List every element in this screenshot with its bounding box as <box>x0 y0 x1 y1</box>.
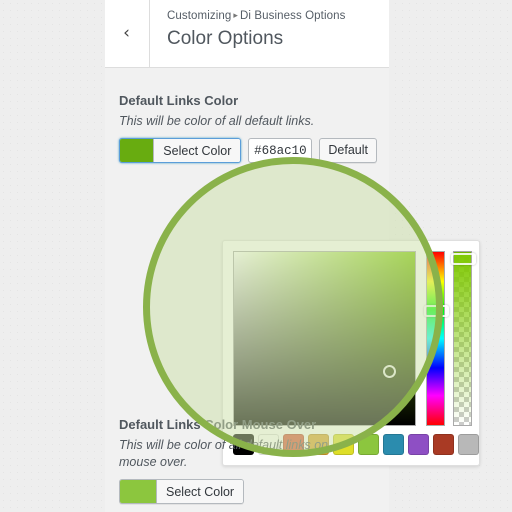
select-color-button-label: Select Color <box>154 139 241 162</box>
color-swatch[interactable] <box>408 434 429 455</box>
back-button[interactable]: ‹ <box>105 0 150 67</box>
control-label: Default Links Color Mouse Over <box>119 417 317 432</box>
color-control-row: Select Color <box>119 479 377 504</box>
header-text-group: Customizing ▸ Di Business Options Color Op… <box>167 9 383 52</box>
select-color-button[interactable]: Select Color <box>119 479 245 504</box>
alpha-slider-handle[interactable] <box>451 253 476 266</box>
control-default-links-color: Default Links Color This will be color o… <box>119 92 377 163</box>
color-picker-cursor[interactable] <box>383 364 397 378</box>
hex-color-input[interactable] <box>248 138 313 163</box>
alpha-slider[interactable] <box>451 251 476 426</box>
current-color-chip <box>120 139 155 162</box>
breadcrumb-parent[interactable]: Customizing <box>167 10 231 22</box>
color-control-row: Select Color Default <box>119 138 377 163</box>
hue-slider-handle[interactable] <box>424 304 449 317</box>
chevron-left-icon: ‹ <box>123 23 130 43</box>
control-description: This will be color of all default links … <box>119 438 329 469</box>
color-swatch[interactable] <box>433 434 454 455</box>
color-swatch[interactable] <box>383 434 404 455</box>
current-color-chip <box>120 480 157 503</box>
breadcrumb-separator-icon: ▸ <box>233 11 238 21</box>
breadcrumb: Customizing ▸ Di Business Options <box>167 9 383 23</box>
control-default-links-color-mouse-over: Default Links Color Mouse Over This will… <box>119 416 377 504</box>
select-color-button[interactable]: Select Color <box>119 138 242 163</box>
page-title: Color Options <box>167 28 284 49</box>
customizer-panel: ‹ Customizing ▸ Di Business Options Color … <box>105 0 480 512</box>
panel-header: ‹ Customizing ▸ Di Business Options Color … <box>105 0 389 68</box>
control-label: Default Links Color <box>119 93 239 108</box>
color-swatch[interactable] <box>458 434 479 455</box>
select-color-button-label: Select Color <box>157 480 244 503</box>
hue-slider[interactable] <box>424 251 449 426</box>
control-description: This will be color of all default links. <box>119 114 315 128</box>
default-color-button[interactable]: Default <box>319 138 377 163</box>
breadcrumb-current: Di Business Options <box>240 10 346 22</box>
saturation-value-area[interactable] <box>233 251 416 426</box>
